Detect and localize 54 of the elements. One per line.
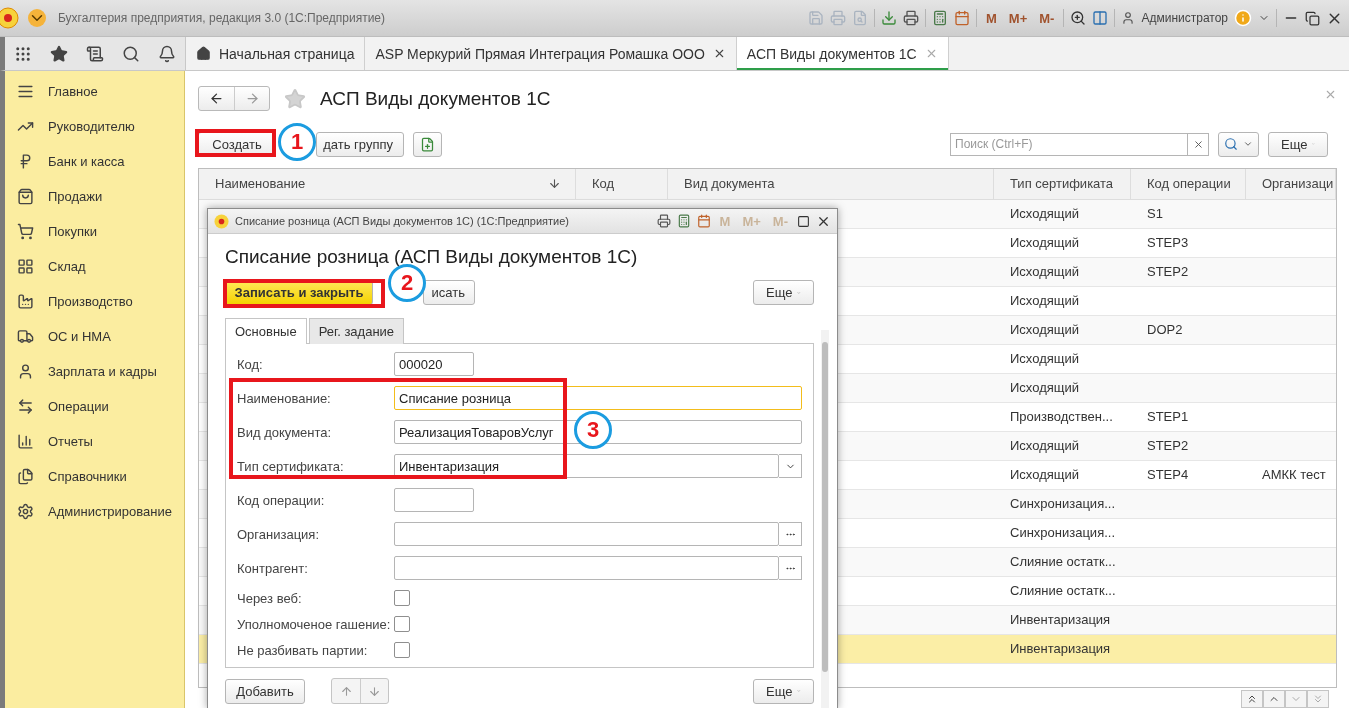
- table-cell: Синхронизация...: [1010, 525, 1115, 541]
- table-cell: Инвентаризация: [1010, 612, 1111, 628]
- table-cell: АМКК тест: [1262, 467, 1326, 483]
- field-label: Уполномоченое гашение:: [237, 616, 392, 632]
- table-cell: STEP3: [1147, 235, 1189, 251]
- table-cell: Слияние остатк...: [1010, 554, 1116, 570]
- tab-label: ASP Меркурий Прямая Интеграция Ромашка ООО: [375, 45, 705, 62]
- table-cell: DOP2: [1147, 322, 1183, 338]
- tab-label: АСП Виды документов 1С: [746, 45, 917, 62]
- dialog-title: Списание розница (АСП Виды документов 1С) (1С:Предприятие): [235, 215, 569, 227]
- field-label: Не разбивать партии:: [237, 642, 369, 658]
- table-cell: Инвентаризация: [1010, 641, 1111, 657]
- table-cell: S1: [1147, 206, 1163, 222]
- table-cell: Исходящий: [1010, 293, 1079, 309]
- field-label: Код операции:: [237, 492, 326, 508]
- field-label: Через веб:: [237, 590, 303, 606]
- field-label: Организация:: [237, 526, 321, 542]
- sidebar-label: Покупки: [48, 224, 97, 239]
- step-number: 1: [278, 123, 316, 161]
- table-cell: Исходящий: [1010, 206, 1079, 222]
- field-label: Наименование:: [237, 390, 332, 406]
- sidebar-label: Склад: [48, 259, 86, 274]
- table-cell: Производствен...: [1010, 409, 1113, 425]
- table-cell: Исходящий: [1010, 322, 1079, 338]
- sidebar-label: Зарплата и кадры: [48, 364, 157, 379]
- table-cell: STEP2: [1147, 264, 1189, 280]
- page-title: АСП Виды документов 1С: [320, 87, 551, 110]
- sidebar-label: Продажи: [48, 189, 103, 204]
- table-cell: Синхронизация...: [1010, 496, 1115, 512]
- table-cell: Исходящий: [1010, 235, 1079, 251]
- table-cell: Исходящий: [1010, 380, 1079, 396]
- sidebar-label: ОС и НМА: [48, 329, 111, 344]
- field-label: Код:: [237, 356, 264, 372]
- sidebar-label: Главное: [48, 84, 98, 99]
- table-cell: Исходящий: [1010, 438, 1079, 454]
- sidebar-label: Операции: [48, 399, 109, 414]
- sidebar-label: Администрирование: [48, 504, 172, 519]
- table-cell: Слияние остатк...: [1010, 583, 1116, 599]
- sidebar-label: Банк и касса: [48, 154, 125, 169]
- sidebar-label: Производство: [48, 294, 133, 309]
- table-cell: Исходящий: [1010, 264, 1079, 280]
- table-cell: Исходящий: [1010, 351, 1079, 367]
- sidebar-label: Отчеты: [48, 434, 93, 449]
- table-cell: STEP1: [1147, 409, 1189, 425]
- table-cell: STEP4: [1147, 467, 1189, 483]
- field-label: Тип сертификата:: [237, 458, 345, 474]
- sidebar-label: Справочники: [48, 469, 127, 484]
- sidebar-label: Руководителю: [48, 119, 135, 134]
- tab-label: Начальная страница: [219, 45, 355, 62]
- table-cell: Исходящий: [1010, 467, 1079, 483]
- field-label: Вид документа:: [237, 424, 333, 440]
- table-cell: STEP2: [1147, 438, 1189, 454]
- field-label: Контрагент:: [237, 560, 309, 576]
- window-title: Бухгалтерия предприятия, редакция 3.0 (1С:Предприятие): [58, 11, 386, 25]
